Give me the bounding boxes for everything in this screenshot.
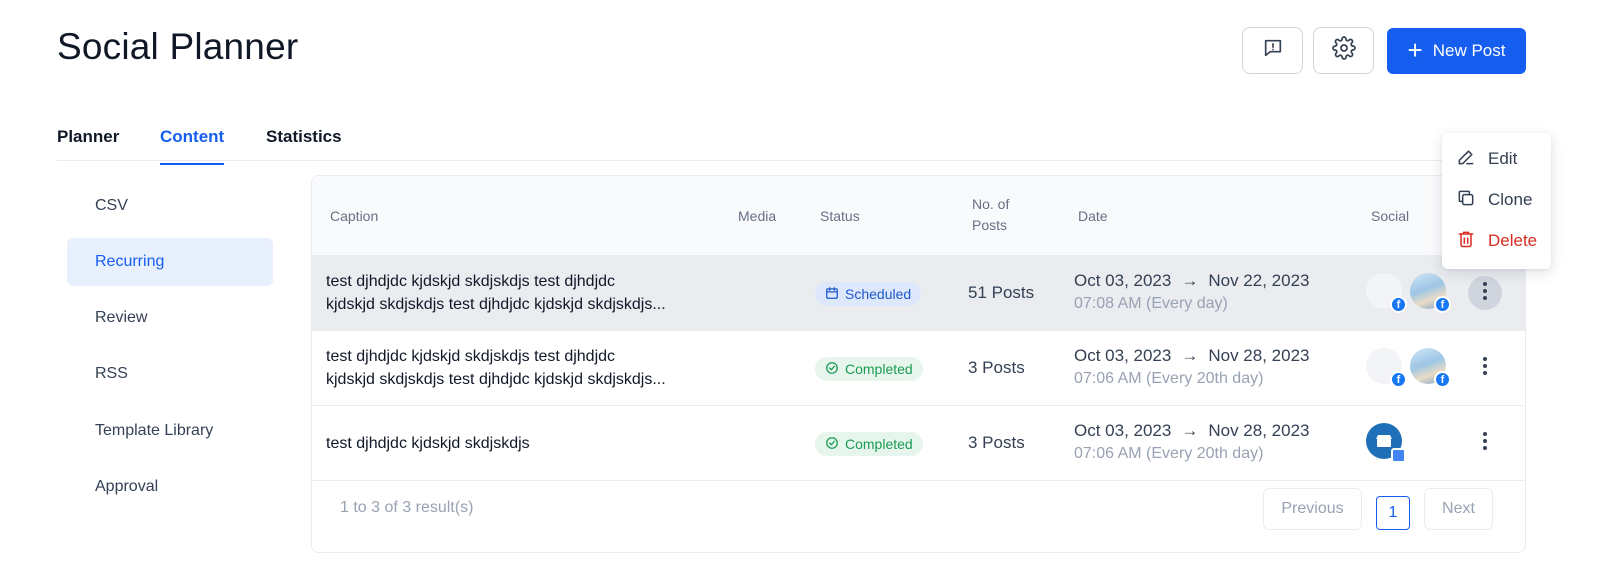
- facebook-icon: f: [1434, 296, 1451, 313]
- tab-content[interactable]: Content: [160, 127, 225, 165]
- post-count: 3 Posts: [968, 358, 1025, 377]
- status-badge: Scheduled: [815, 282, 922, 306]
- sidebar-item-csv[interactable]: CSV: [67, 182, 273, 230]
- arrow-right-icon: →: [1181, 346, 1199, 365]
- calendar-icon: [825, 286, 839, 303]
- facebook-icon: f: [1390, 371, 1407, 388]
- page-number-button[interactable]: 1: [1376, 496, 1410, 530]
- facebook-icon: f: [1390, 296, 1407, 313]
- arrow-right-icon: →: [1181, 271, 1199, 290]
- column-caption: Caption: [330, 208, 379, 224]
- new-post-label: New Post: [1432, 41, 1506, 60]
- date-range: Oct 03, 2023 → Nov 22, 2023: [1074, 271, 1309, 291]
- row-caption: test djhdjdc kjdskjd skdjskdjs test djhd…: [326, 345, 706, 391]
- post-count: 3 Posts: [968, 433, 1025, 452]
- caption-line: kjdskjd skdjskdjs test djhdjdc kjdskjd s…: [326, 371, 666, 388]
- menu-item-label: Clone: [1488, 190, 1533, 209]
- more-vertical-icon: [1482, 431, 1488, 456]
- settings-button[interactable]: [1313, 27, 1374, 74]
- date-start: Oct 03, 2023: [1074, 421, 1172, 440]
- caption-line: test djhdjdc kjdskjd skdjskdjs test djhd…: [326, 348, 616, 365]
- status-badge: Completed: [815, 432, 923, 456]
- status-label: Scheduled: [845, 286, 912, 302]
- pencil-icon: [1456, 147, 1476, 172]
- post-count: 51 Posts: [968, 283, 1035, 302]
- menu-item-delete[interactable]: Delete: [1456, 227, 1537, 255]
- table-header: Caption Media Status No. of Posts Date S…: [312, 176, 1525, 256]
- google-business-icon: [1391, 448, 1406, 463]
- column-posts-line1: No. of: [972, 196, 1010, 212]
- tab-planner[interactable]: Planner: [57, 127, 119, 163]
- trash-icon: [1456, 229, 1476, 254]
- row-caption: test djhdjdc kjdskjd skdjskdjs test djhd…: [326, 270, 706, 316]
- social-account-avatar: f: [1410, 273, 1451, 313]
- row-actions-button[interactable]: [1468, 276, 1502, 310]
- menu-item-clone[interactable]: Clone: [1456, 186, 1532, 214]
- caption-line: test djhdjdc kjdskjd skdjskdjs test djhd…: [326, 273, 616, 290]
- date-end: Nov 28, 2023: [1208, 346, 1310, 365]
- new-post-button[interactable]: + New Post: [1387, 28, 1526, 74]
- status-badge: Completed: [815, 357, 923, 381]
- plus-icon: +: [1407, 35, 1423, 65]
- date-start: Oct 03, 2023: [1074, 346, 1172, 365]
- more-vertical-icon: [1482, 281, 1488, 306]
- caption-line: test djhdjdc kjdskjd skdjskdjs: [326, 435, 530, 452]
- more-vertical-icon: [1482, 356, 1488, 381]
- next-page-button[interactable]: Next: [1424, 488, 1493, 530]
- column-social: Social: [1371, 208, 1410, 224]
- message-alert-icon: [1262, 37, 1284, 64]
- gear-icon: [1331, 36, 1356, 65]
- check-circle-icon: [825, 361, 839, 378]
- column-status: Status: [820, 208, 860, 224]
- column-posts-line2: Posts: [972, 217, 1008, 233]
- row-actions-button[interactable]: [1468, 426, 1502, 460]
- social-account-avatar: f: [1366, 348, 1407, 388]
- row-actions-button[interactable]: [1468, 351, 1502, 385]
- table-row[interactable]: test djhdjdc kjdskjd skdjskdjs test djhd…: [312, 331, 1525, 406]
- date-range: Oct 03, 2023 → Nov 28, 2023: [1074, 346, 1309, 366]
- table-row[interactable]: test djhdjdc kjdskjd skdjskdjs test djhd…: [312, 256, 1525, 331]
- social-account-avatar: [1366, 423, 1406, 463]
- column-date: Date: [1078, 208, 1108, 224]
- facebook-icon: f: [1434, 371, 1451, 388]
- social-account-avatar: f: [1366, 273, 1407, 313]
- date-end: Nov 22, 2023: [1208, 271, 1310, 290]
- results-summary: 1 to 3 of 3 result(s): [340, 499, 474, 516]
- schedule-time: 07:08 AM (Every day): [1074, 295, 1228, 312]
- date-range: Oct 03, 2023 → Nov 28, 2023: [1074, 421, 1309, 441]
- previous-page-button[interactable]: Previous: [1263, 488, 1362, 530]
- column-media: Media: [738, 208, 777, 224]
- store-icon: [1376, 434, 1392, 453]
- row-actions-menu: Edit Clone Delete: [1442, 133, 1551, 269]
- sidebar-item-approval[interactable]: Approval: [67, 463, 273, 511]
- status-label: Completed: [845, 361, 913, 377]
- sidebar-item-review[interactable]: Review: [67, 294, 273, 342]
- menu-item-edit[interactable]: Edit: [1456, 145, 1517, 173]
- status-label: Completed: [845, 436, 913, 452]
- sidebar-item-template-library[interactable]: Template Library: [67, 407, 273, 455]
- recurring-posts-table: Caption Media Status No. of Posts Date S…: [311, 175, 1526, 553]
- sidebar-item-recurring[interactable]: Recurring: [67, 238, 273, 286]
- menu-item-label: Edit: [1488, 149, 1518, 168]
- copy-icon: [1456, 188, 1476, 213]
- arrow-right-icon: →: [1181, 421, 1199, 440]
- social-account-avatar: f: [1410, 348, 1451, 388]
- schedule-time: 07:06 AM (Every 20th day): [1074, 445, 1264, 462]
- feedback-button[interactable]: [1242, 27, 1303, 74]
- date-end: Nov 28, 2023: [1208, 421, 1310, 440]
- column-posts: No. of Posts: [972, 194, 1009, 236]
- table-row[interactable]: test djhdjdc kjdskjd skdjskdjs Completed…: [312, 406, 1525, 481]
- page-title: Social Planner: [57, 26, 299, 67]
- date-start: Oct 03, 2023: [1074, 271, 1172, 290]
- menu-item-label: Delete: [1488, 231, 1538, 250]
- tab-statistics[interactable]: Statistics: [266, 127, 342, 163]
- caption-line: kjdskjd skdjskdjs test djhdjdc kjdskjd s…: [326, 296, 666, 313]
- row-caption: test djhdjdc kjdskjd skdjskdjs: [326, 432, 706, 455]
- schedule-time: 07:06 AM (Every 20th day): [1074, 370, 1264, 387]
- sidebar-item-rss[interactable]: RSS: [67, 350, 273, 398]
- check-circle-icon: [825, 436, 839, 453]
